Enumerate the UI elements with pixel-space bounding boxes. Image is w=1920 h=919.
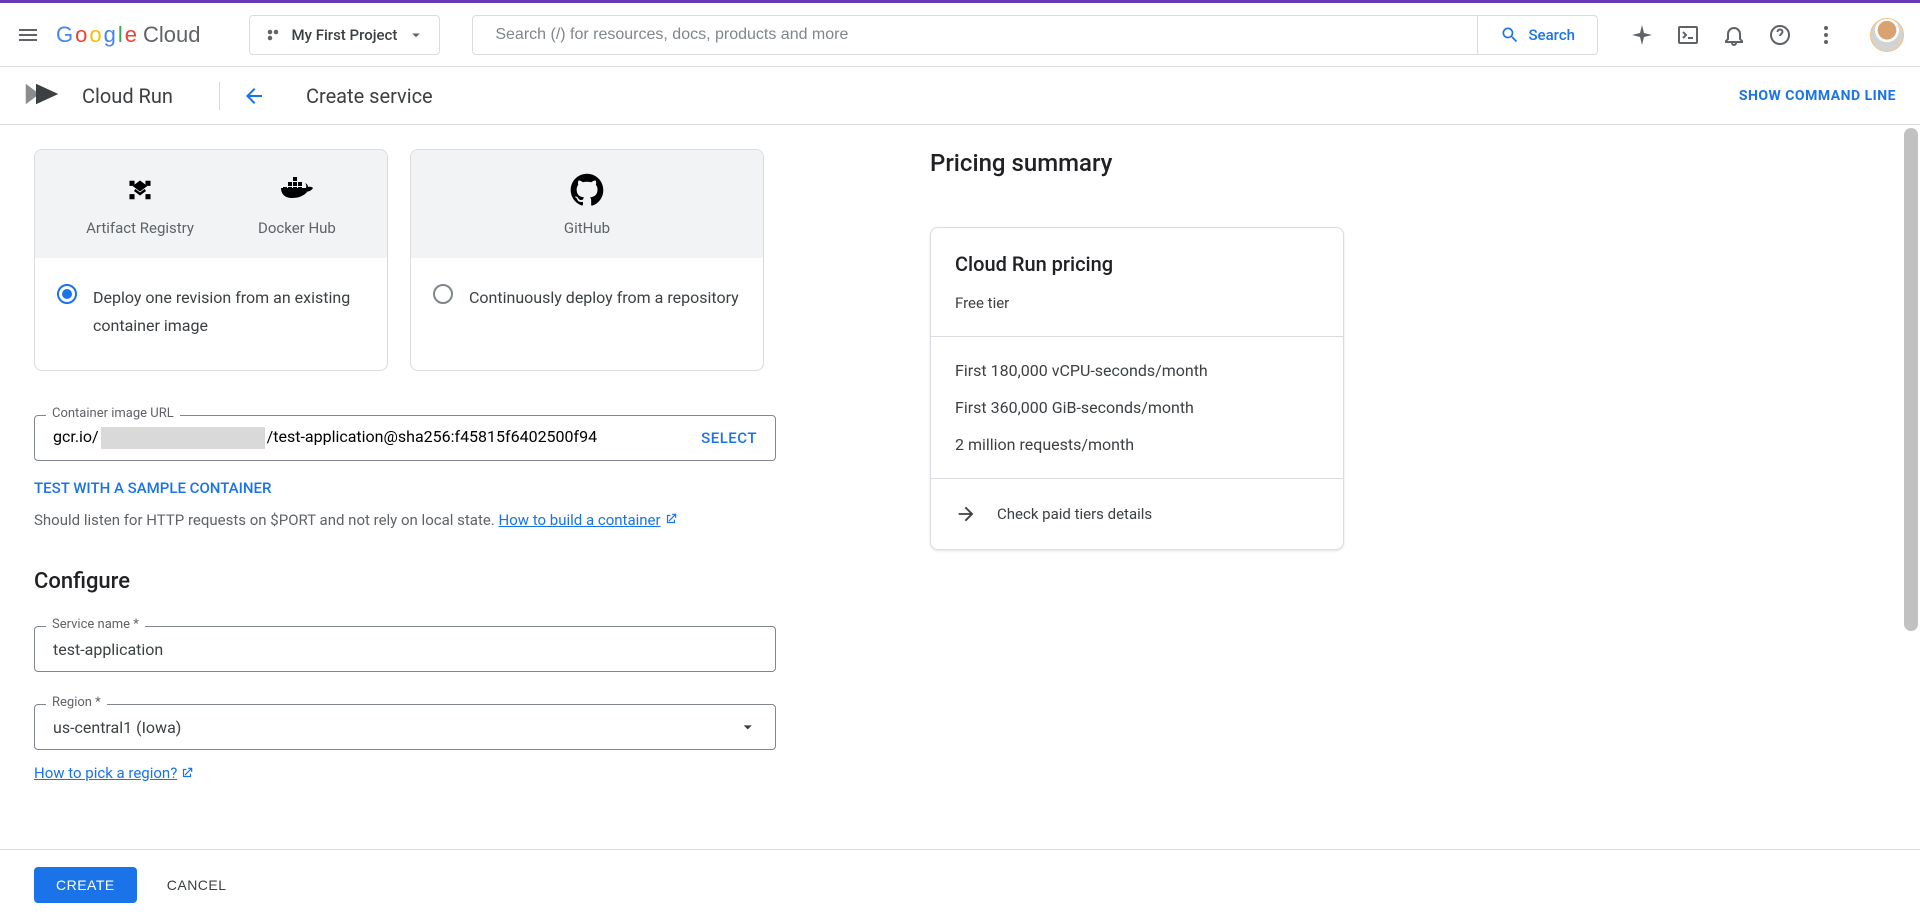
show-command-line-button[interactable]: SHOW COMMAND LINE [1739,88,1896,104]
container-image-url-label: Container image URL [46,406,180,421]
configure-heading: Configure [34,569,776,594]
docker-icon [277,171,317,209]
pricing-row: First 360,000 GiB-seconds/month [955,398,1319,417]
arrow-right-icon [955,503,977,525]
pricing-column: Pricing summary Cloud Run pricing Free t… [930,149,1344,849]
product-name: Cloud Run [82,84,173,108]
pricing-row: 2 million requests/month [955,435,1319,454]
test-sample-container-link[interactable]: TEST WITH A SAMPLE CONTAINER [34,479,776,497]
pricing-card: Cloud Run pricing Free tier First 180,00… [930,227,1344,550]
arrow-back-icon [242,84,266,108]
container-image-url-field[interactable]: gcr.io//test-application@sha256:f45815f6… [34,415,776,461]
region-select[interactable]: us-central1 (Iowa) [34,704,776,750]
separator [219,82,220,110]
notifications-icon[interactable] [1722,23,1746,47]
deploy-source-card-repository: GitHub Continuously deploy from a reposi… [410,149,764,371]
service-name-label: Service name * [46,617,145,632]
radio-selected-icon [57,284,77,304]
github-icon [570,171,604,209]
how-to-pick-region-link[interactable]: How to pick a region? [34,764,194,782]
radio-unselected-icon [433,284,453,304]
top-actions [1630,18,1904,52]
more-options-icon[interactable] [1814,23,1838,47]
artifact-registry-icon [124,171,156,209]
search-button[interactable]: Search [1477,16,1597,54]
caret-down-icon [738,717,757,737]
page-scrollbar[interactable] [1904,128,1918,847]
caret-down-icon [407,26,425,44]
how-to-build-container-link[interactable]: How to build a container [499,511,678,529]
pricing-row: First 180,000 vCPU-seconds/month [955,361,1319,380]
back-button[interactable] [242,84,266,108]
top-bar: Google Cloud My First Project Search [0,3,1920,67]
gemini-icon[interactable] [1630,23,1654,47]
page-title: Create service [306,84,433,108]
source-artifact-registry: Artifact Registry [86,171,194,237]
source-docker-hub: Docker Hub [258,171,336,237]
pricing-card-title: Cloud Run pricing [955,252,1319,276]
pricing-title: Pricing summary [930,149,1344,177]
google-cloud-logo[interactable]: Google Cloud [56,22,201,48]
option-deploy-revision[interactable]: Deploy one revision from an existing con… [35,258,387,370]
create-button[interactable]: CREATE [34,867,137,903]
footer: CREATE CANCEL [0,849,1920,919]
container-hint: Should listen for HTTP requests on $PORT… [34,509,776,531]
cancel-button[interactable]: CANCEL [167,877,227,893]
search-icon [1500,25,1520,45]
paid-tiers-details-link[interactable]: Check paid tiers details [931,479,1343,549]
source-github: GitHub [564,171,610,237]
pricing-free-tier: Free tier [955,294,1319,312]
option-continuous-deploy[interactable]: Continuously deploy from a repository [411,258,763,342]
deploy-source-card-container-image: Artifact Registry Docker Hub Deploy one … [34,149,388,371]
region-label: Region * [46,695,107,710]
form-column: Artifact Registry Docker Hub Deploy one … [34,149,776,849]
cloud-shell-icon[interactable] [1676,23,1700,47]
main-menu-icon[interactable] [16,23,40,47]
project-picker[interactable]: My First Project [249,15,441,55]
help-icon[interactable] [1768,23,1792,47]
select-image-button[interactable]: SELECT [701,429,757,447]
external-link-icon [664,512,678,526]
search-input[interactable] [473,16,1477,54]
product-bar: Cloud Run Create service SHOW COMMAND LI… [0,67,1920,125]
project-name: My First Project [292,26,398,44]
external-link-icon [180,766,194,780]
redacted-project-id [101,427,265,449]
search-bar: Search [472,15,1598,55]
cloud-run-icon [24,81,60,111]
account-avatar[interactable] [1870,18,1904,52]
service-name-input[interactable] [53,640,757,659]
